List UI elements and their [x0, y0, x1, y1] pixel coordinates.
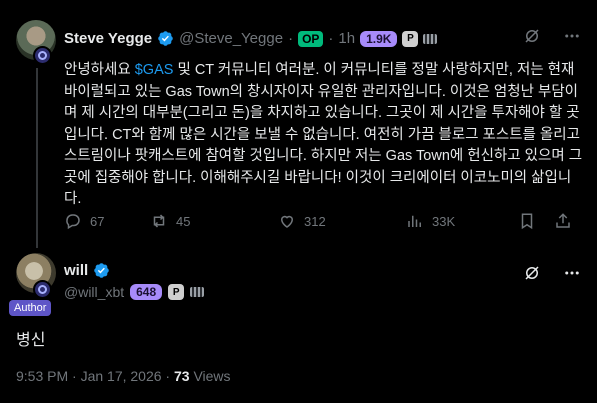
avatar-badge-icon [33, 46, 52, 65]
reply-count: 67 [90, 213, 105, 229]
tweet-corner-actions [523, 27, 581, 45]
handle-separator: · [288, 30, 294, 47]
reply-rank-strip-icon [190, 287, 205, 297]
author-name[interactable]: Steve Yegge [64, 30, 152, 47]
reply-meta: 9:53 PM · Jan 17, 2026 · 73 Views [16, 368, 231, 384]
author-handle[interactable]: @Steve_Yegge [179, 30, 283, 47]
views-icon [408, 215, 421, 227]
bookmark-icon [521, 213, 533, 230]
follower-badge: 1.9K [360, 30, 398, 47]
tweet-header: Steve Yegge @Steve_Yegge · OP · 1h 1.9K … [64, 30, 438, 47]
views-button[interactable]: 33K [406, 212, 518, 230]
share-icon [556, 213, 570, 228]
reply-follower-badge: 648 [130, 284, 163, 300]
rank-strip-icon [423, 33, 438, 44]
share-button[interactable] [554, 212, 574, 230]
author-tag: Author [9, 300, 52, 316]
like-icon [280, 215, 294, 228]
reply-hide-icon[interactable] [523, 264, 541, 282]
reply-header: will [64, 262, 110, 279]
reply-corner-actions [523, 264, 581, 282]
reply-more-icon[interactable] [563, 264, 581, 282]
reply-avatar-badge-icon [33, 280, 52, 299]
reply-timestamp[interactable]: 9:53 PM · Jan 17, 2026 · [16, 368, 174, 384]
op-badge: OP [298, 30, 324, 47]
tweet-text-before: 안녕하세요 [64, 62, 135, 78]
like-button[interactable]: 312 [278, 212, 406, 230]
hide-icon[interactable] [523, 27, 541, 45]
tweet-time[interactable]: 1h [338, 30, 355, 47]
reply-views-label: Views [189, 368, 231, 384]
reply-icon [66, 214, 80, 230]
reply-text: 병신 [16, 332, 46, 349]
p-chip-icon: P [402, 30, 419, 47]
verified-icon [158, 31, 173, 46]
views-count: 33K [432, 213, 456, 229]
reply-views-count: 73 [173, 368, 190, 384]
reply-author-name[interactable]: will [64, 262, 88, 279]
reply-button[interactable]: 67 [64, 212, 150, 230]
thread-line [36, 68, 38, 248]
tweet-text: 안녕하세요 $GAS 및 CT 커뮤니티 여러분. 이 커뮤니티를 정말 사랑하… [64, 60, 584, 211]
more-icon[interactable] [563, 27, 581, 45]
like-count: 312 [304, 213, 326, 229]
tweet-text-after: 및 CT 커뮤니티 여러분. 이 커뮤니티를 정말 사랑하지만, 저는 현재 바… [64, 62, 583, 207]
bookmark-button[interactable] [518, 212, 554, 230]
reply-verified-icon [94, 263, 109, 278]
tweet-action-bar: 67 45 312 33K [64, 212, 580, 230]
repost-count: 45 [176, 213, 191, 229]
reply-handle-row: @will_xbt 648 P [64, 284, 205, 300]
reply-author-handle[interactable]: @will_xbt [64, 284, 124, 300]
cashtag-link[interactable]: $GAS [135, 62, 174, 78]
reply-p-chip-icon: P [168, 284, 185, 300]
time-separator: · [328, 30, 334, 47]
repost-button[interactable]: 45 [150, 212, 278, 230]
repost-icon [153, 214, 165, 228]
